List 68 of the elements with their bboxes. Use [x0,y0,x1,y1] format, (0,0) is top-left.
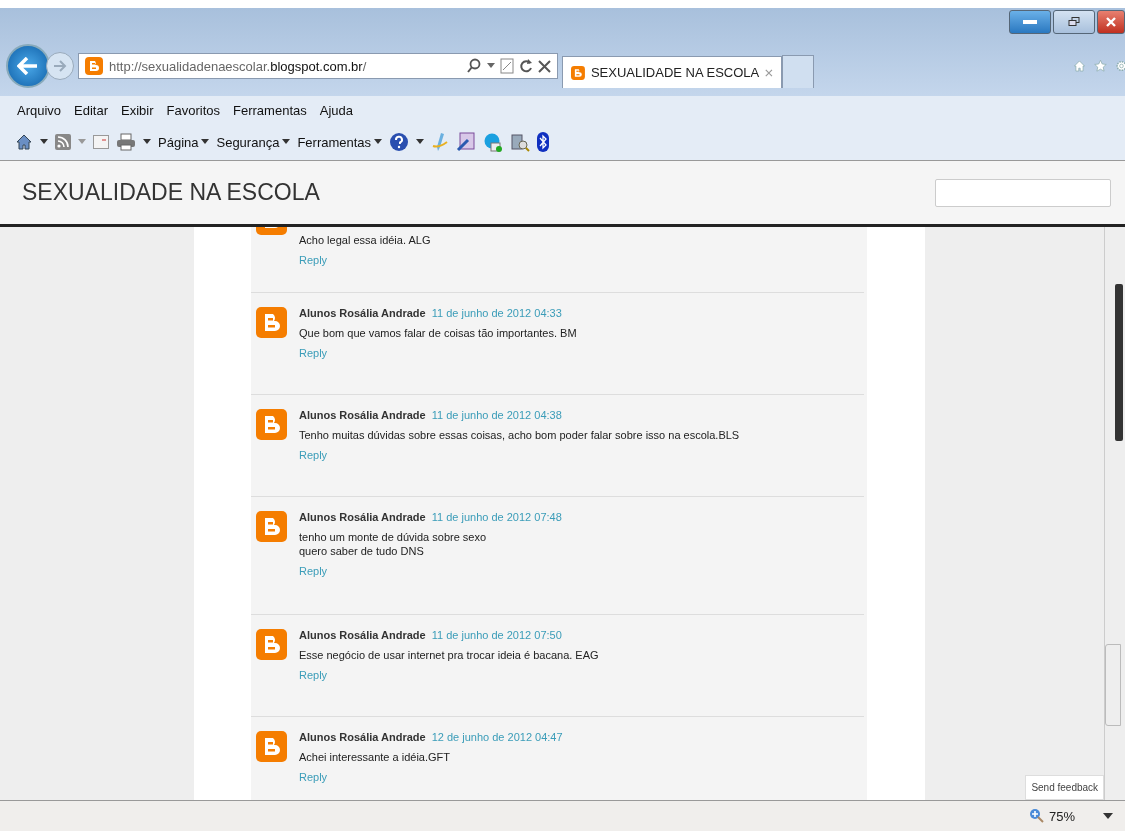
close-button[interactable] [1097,10,1125,34]
caret-icon[interactable] [1103,813,1113,819]
restore-icon [1068,17,1080,27]
caret-icon [282,139,291,145]
back-arrow-icon [17,57,39,75]
blogger-avatar-icon [255,307,287,338]
menu-item[interactable]: Editar [74,102,109,118]
browser-tab[interactable]: SEXUALIDADE NA ESCOLA [562,56,782,88]
document-tool-icon[interactable] [456,132,477,152]
close-icon [1106,17,1116,27]
search-icon[interactable] [466,58,482,74]
blogger-icon [571,63,585,82]
blogger-icon [85,57,103,75]
send-feedback-button[interactable]: Send feedback [1025,775,1105,800]
url-text: http://sexualidadenaescolar.blogspot.com.br/ [109,58,368,74]
comment-author[interactable]: Alunos Rosália Andrade [298,307,426,319]
caret-icon[interactable] [143,139,151,145]
menu-item[interactable]: Ajuda [319,102,353,118]
blogger-avatar-icon [255,409,287,440]
blog-title[interactable]: SEXUALIDADE NA ESCOLA [22,179,935,206]
menu-item[interactable]: Arquivo [17,102,62,118]
comment-text: Que bom que vamos falar de coisas tão importantes. BM [298,326,577,340]
comment-author[interactable]: Alunos Rosália Andrade [298,629,426,641]
menu-item[interactable]: Ferramentas [233,102,307,118]
feed-icon[interactable] [55,134,71,150]
back-button[interactable] [6,44,50,88]
restore-button[interactable] [1053,10,1095,34]
home-icon[interactable] [15,133,33,151]
scrollbar-thumb[interactable] [1115,284,1124,441]
close-tab-icon[interactable] [765,67,773,78]
comment-text: Tenho muitas dúvidas sobre essas coisas, acho bom poder falar sobre isso na escola.BLS [298,428,740,442]
caret-icon[interactable] [487,63,495,69]
help-icon[interactable] [389,132,410,152]
command-menu[interactable]: Ferramentas [297,134,383,150]
command-menu[interactable]: Segurança [216,134,291,150]
caret-icon [374,139,383,145]
comment-text: tenho um monte de dúvida sobre sexo quero saber de tudo DNS [298,530,487,558]
command-menu[interactable]: Página [158,134,210,150]
minimize-button[interactable] [1009,10,1051,34]
star-icon[interactable] [1093,57,1107,75]
blogger-avatar-icon [255,511,287,542]
forward-arrow-icon [53,60,67,72]
comment-text: Esse negócio de usar internet pra trocar ideia é bacana. EAG [298,648,599,662]
blogger-avatar-icon [255,629,287,660]
tool-icon[interactable] [510,132,531,152]
comment-text: Acho legal essa idéia. ALG [298,233,431,247]
bluetooth-icon[interactable] [537,132,550,152]
address-bar[interactable]: http://sexualidadenaescolar.blogspot.com.br/ [78,53,558,79]
menu-item[interactable]: Exibir [121,102,154,118]
caret-icon[interactable] [40,139,48,145]
blogger-avatar-icon [255,731,287,762]
zoom-icon[interactable] [1028,808,1045,824]
comment-author[interactable]: Alunos Rosália Andrade [298,511,426,523]
search-field[interactable] [935,178,1111,207]
tab-title: SEXUALIDADE NA ESCOLA [590,65,760,80]
comment-text: Achei interessante a idéia.GFT [298,750,450,764]
caret-icon[interactable] [416,139,425,145]
side-handle[interactable] [1105,644,1122,726]
compatibility-icon[interactable] [500,58,514,74]
comment-author[interactable]: Alunos Rosália Andrade [298,409,426,421]
comment-author[interactable]: Alunos Rosália Andrade [298,731,426,743]
refresh-icon[interactable] [519,58,533,74]
mail-icon[interactable] [93,135,109,149]
stop-icon[interactable] [538,59,551,73]
menu-item[interactable]: Favoritos [166,102,221,118]
zoom-level[interactable]: 75% [1048,808,1075,824]
printer-icon[interactable] [116,133,136,151]
caret-icon [201,139,210,145]
